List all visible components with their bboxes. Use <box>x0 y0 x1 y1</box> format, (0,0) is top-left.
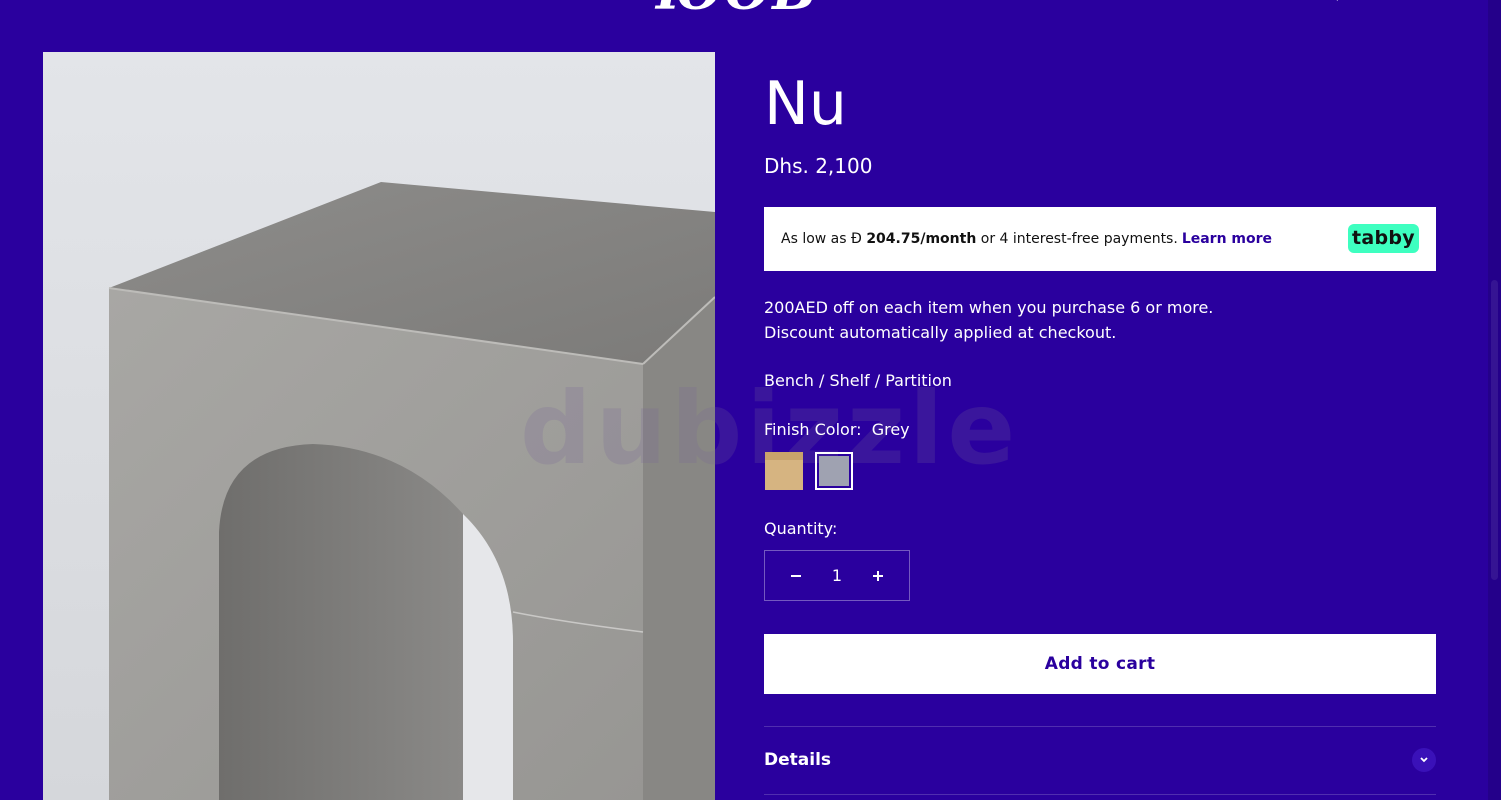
divider <box>764 726 1436 727</box>
hamburger-menu-icon[interactable] <box>43 0 66 4</box>
quantity-label: Quantity: <box>764 519 838 538</box>
promo-text: 200AED off on each item when you purchas… <box>764 298 1214 342</box>
add-to-cart-button[interactable]: Add to cart <box>764 634 1436 694</box>
tabby-banner: As low as Ð 204.75/month or 4 interest-f… <box>764 207 1436 271</box>
product-price: Dhs. 2,100 <box>764 154 873 178</box>
divider <box>764 794 1436 795</box>
finish-color-label: Finish Color: Grey <box>764 420 910 439</box>
details-label: Details <box>764 750 832 770</box>
account-icon[interactable] <box>1369 0 1387 6</box>
tabby-logo: tabby <box>1348 224 1419 253</box>
product-tagline: Bench / Shelf / Partition <box>764 371 952 390</box>
product-title: Nu <box>764 69 847 139</box>
scrollbar[interactable] <box>1488 0 1501 800</box>
tabby-learn-more-link[interactable]: Learn more <box>1182 231 1272 247</box>
swatch-sand[interactable] <box>765 452 803 490</box>
product-image[interactable] <box>43 52 715 800</box>
scrollbar-thumb[interactable] <box>1491 280 1498 580</box>
chevron-down-icon[interactable] <box>1412 748 1436 772</box>
details-accordion[interactable]: Details <box>764 746 1436 774</box>
tabby-text: As low as Ð 204.75/month or 4 interest-f… <box>781 231 1273 247</box>
cart-icon[interactable] <box>1416 0 1434 6</box>
search-icon[interactable] <box>1322 0 1340 6</box>
quantity-stepper: 1 <box>764 550 910 601</box>
site-logo[interactable]: ЮОБ <box>656 0 819 18</box>
increase-quantity-button[interactable] <box>869 567 887 585</box>
finish-color-value: Grey <box>871 420 910 439</box>
decrease-quantity-button[interactable] <box>787 567 805 585</box>
swatch-grey[interactable] <box>815 452 853 490</box>
quantity-input[interactable]: 1 <box>832 566 842 585</box>
